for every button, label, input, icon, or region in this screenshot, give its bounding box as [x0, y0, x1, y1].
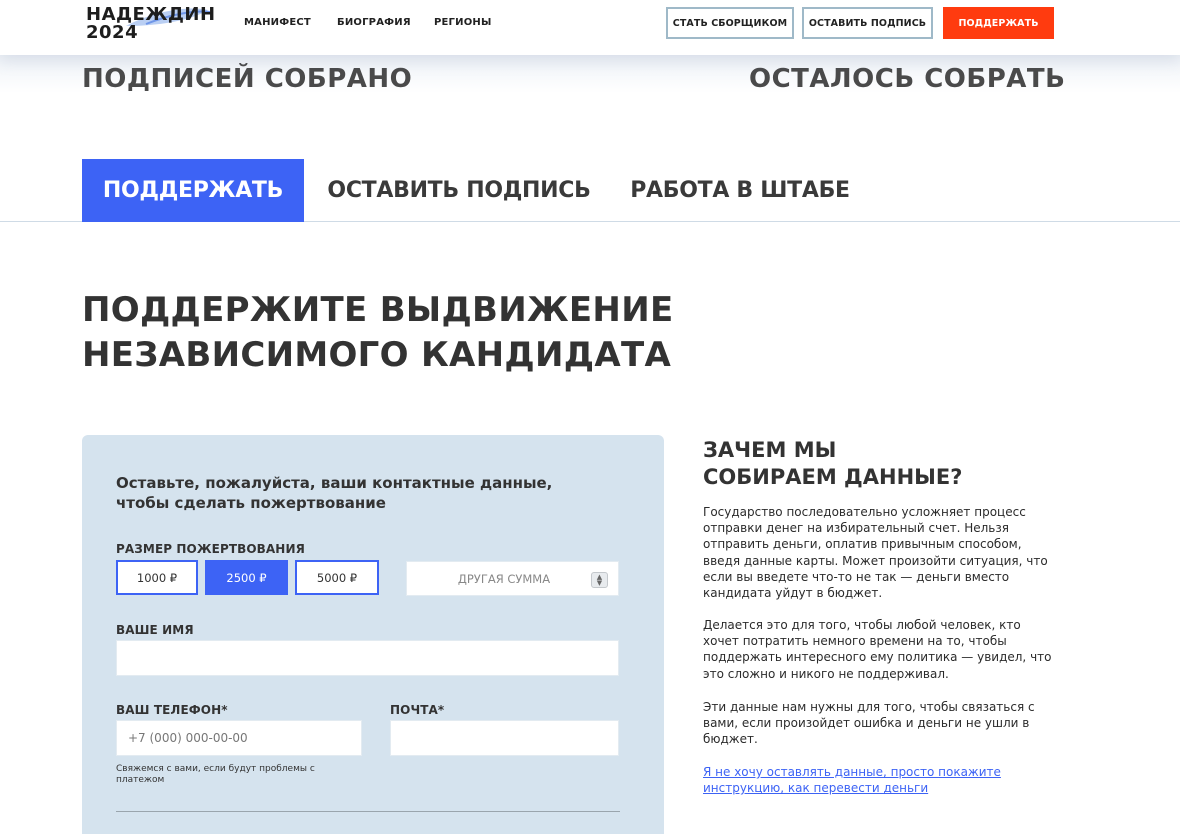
- email-input[interactable]: [391, 721, 618, 755]
- page-title: ПОДДЕРЖИТЕ ВЫДВИЖЕНИЕ НЕЗАВИСИМОГО КАНДИ…: [82, 288, 673, 378]
- number-spinner-icon[interactable]: ▲ ▼: [591, 572, 608, 588]
- why-paragraph-2: Делается это для того, чтобы любой челов…: [703, 618, 1052, 681]
- form-intro-line2: чтобы сделать пожертвование: [116, 494, 386, 512]
- name-input[interactable]: [117, 641, 618, 675]
- signatures-collected-label: ПОДПИСЕЙ СОБРАНО: [82, 64, 413, 94]
- why-title-line2: СОБИРАЕМ ДАННЫЕ?: [703, 465, 963, 489]
- why-paragraph-3: Эти данные нам нужны для того, чтобы свя…: [703, 700, 1035, 747]
- become-collector-button[interactable]: СТАТЬ СБОРЩИКОМ: [666, 7, 794, 39]
- show-instructions-link[interactable]: Я не хочу оставлять данные, просто покаж…: [703, 764, 1043, 796]
- page-title-line1: ПОДДЕРЖИТЕ ВЫДВИЖЕНИЕ: [82, 290, 674, 330]
- nav-biography[interactable]: БИОГРАФИЯ: [337, 17, 411, 28]
- form-divider: [116, 811, 620, 812]
- signatures-remaining-label: ОСТАЛОСЬ СОБРАТЬ: [749, 64, 1066, 94]
- email-field: [390, 720, 619, 756]
- logo[interactable]: НАДЕЖДИН 2024: [86, 4, 216, 44]
- nav-regions[interactable]: РЕГИОНЫ: [434, 17, 492, 28]
- why-paragraph-1: Государство последовательно усложняет пр…: [703, 505, 1048, 601]
- amount-1000-button[interactable]: 1000 ₽: [116, 560, 198, 595]
- tab-support[interactable]: ПОДДЕРЖАТЬ: [82, 159, 304, 222]
- page-title-line2: НЕЗАВИСИМОГО КАНДИДАТА: [82, 335, 672, 375]
- phone-input[interactable]: [117, 721, 361, 755]
- other-amount-input[interactable]: [407, 562, 587, 595]
- why-collect-title: ЗАЧЕМ МЫ СОБИРАЕМ ДАННЫЕ?: [703, 437, 962, 491]
- phone-hint: Свяжемся с вами, если будут проблемы с п…: [116, 764, 315, 785]
- other-amount-field: ▲▼: [406, 561, 619, 596]
- why-title-line1: ЗАЧЕМ МЫ: [703, 438, 837, 462]
- tab-leave-signature[interactable]: ОСТАВИТЬ ПОДПИСЬ: [320, 159, 598, 222]
- tab-headquarters-work[interactable]: РАБОТА В ШТАБЕ: [626, 159, 854, 222]
- amount-5000-button[interactable]: 5000 ₽: [295, 560, 379, 595]
- amount-2500-button[interactable]: 2500 ₽: [205, 560, 288, 595]
- logo-text-year: 2024: [86, 22, 139, 43]
- donation-amount-label: РАЗМЕР ПОЖЕРТВОВАНИЯ: [116, 542, 305, 556]
- nav-manifesto[interactable]: МАНИФЕСТ: [244, 17, 311, 28]
- donation-form-card: Оставьте, пожалуйста, ваши контактные да…: [82, 435, 664, 834]
- leave-signature-button[interactable]: ОСТАВИТЬ ПОДПИСЬ: [802, 7, 933, 39]
- phone-field: [116, 720, 362, 756]
- support-button[interactable]: ПОДДЕРЖАТЬ: [943, 7, 1054, 39]
- name-label: ВАШЕ ИМЯ: [116, 623, 194, 637]
- phone-label: ВАШ ТЕЛЕФОН*: [116, 703, 228, 717]
- email-label: ПОЧТА*: [390, 703, 445, 717]
- name-field: [116, 640, 619, 676]
- form-intro-line1: Оставьте, пожалуйста, ваши контактные да…: [116, 474, 553, 492]
- form-intro: Оставьте, пожалуйста, ваши контактные да…: [116, 473, 556, 513]
- site-header: НАДЕЖДИН 2024 МАНИФЕСТ БИОГРАФИЯ РЕГИОНЫ…: [0, 0, 1180, 55]
